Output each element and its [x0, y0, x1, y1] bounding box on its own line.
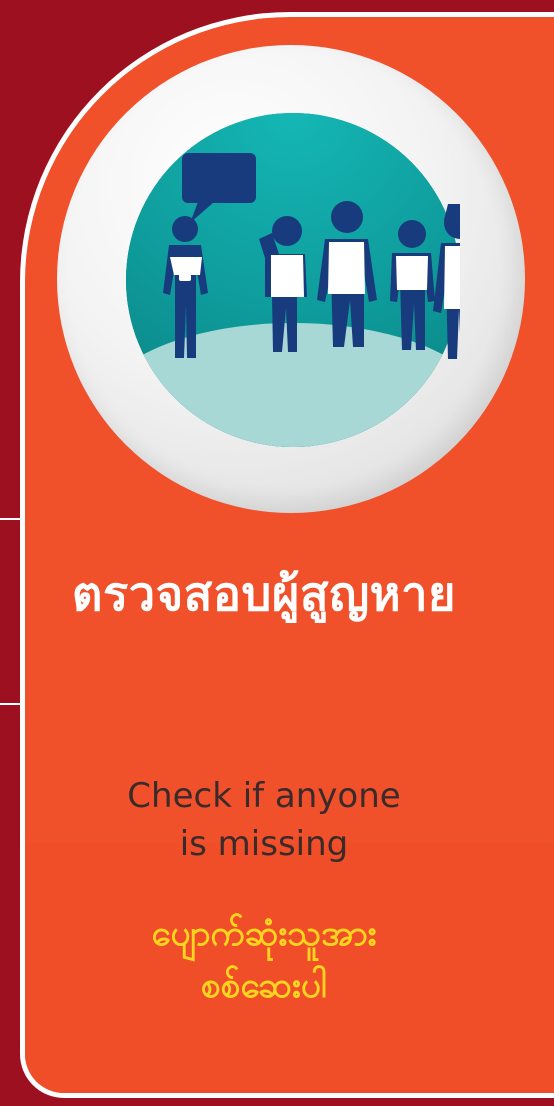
group-of-people-with-speech-bubble-icon: [163, 153, 460, 359]
poster-canvas: ตรวจสอบผู้สูญหาย Check if anyone is miss…: [0, 0, 554, 1106]
english-line-1: Check if anyone: [127, 776, 401, 816]
burmese-line-1: ပျောက်ဆုံးသူအား: [151, 914, 377, 954]
burmese-line-2: စစ်ဆေးပါ: [201, 966, 327, 1006]
english-line-2: is missing: [179, 824, 349, 864]
thai-title: ตรวจสอบผู้สูญหาย: [71, 567, 457, 622]
burmese-instruction: ပျောက်ဆုံးသူအား စစ်ဆေးပါ: [0, 908, 528, 1012]
english-instruction: Check if anyone is missing: [0, 772, 528, 868]
